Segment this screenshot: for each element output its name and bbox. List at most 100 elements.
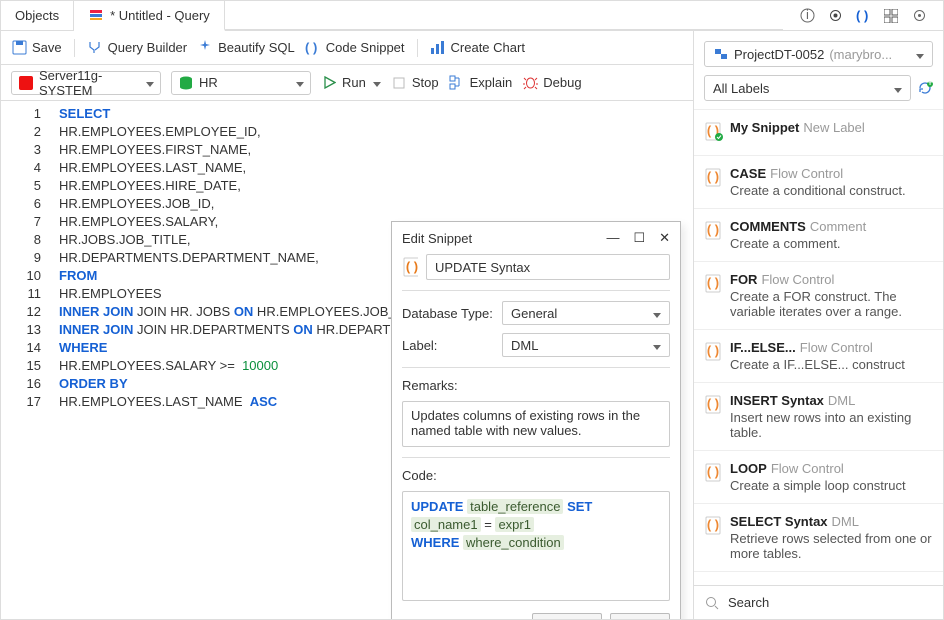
- edit-snippet-dialog: Edit Snippet — ☐ ✕ ( ): [391, 221, 681, 619]
- code-line[interactable]: HR.EMPLOYEES.LAST_NAME,: [59, 159, 683, 177]
- querybuilder-icon: [87, 40, 103, 56]
- chart-icon: [430, 40, 446, 56]
- oracle-icon: [18, 75, 34, 91]
- line-number: 8: [1, 231, 41, 249]
- close-icon[interactable]: ✕: [659, 230, 670, 246]
- query-builder-button[interactable]: Query Builder: [87, 40, 187, 56]
- snippet-item[interactable]: ( )COMMENTSCommentCreate a comment.: [694, 209, 943, 262]
- remove-placeholder-icon[interactable]: [426, 617, 442, 620]
- minimize-icon[interactable]: —: [606, 230, 619, 246]
- svg-text:i: i: [806, 8, 809, 22]
- gear-icon[interactable]: [911, 8, 927, 24]
- line-number: 5: [1, 177, 41, 195]
- code-line[interactable]: SELECT: [59, 105, 683, 123]
- snippet-item[interactable]: ( )FORFlow ControlCreate a FOR construct…: [694, 262, 943, 330]
- dbtype-label: Database Type:: [402, 306, 494, 321]
- tab-label: * Untitled - Query: [110, 8, 210, 23]
- run-button[interactable]: Run: [321, 75, 381, 91]
- svg-text:( ): ( ): [707, 396, 719, 411]
- svg-text:( ): ( ): [856, 8, 868, 23]
- code-line[interactable]: HR.EMPLOYEES.HIRE_DATE,: [59, 177, 683, 195]
- svg-text:( ): ( ): [707, 464, 719, 479]
- snippet-panel: ProjectDT-0052 (marybro... All Labels + …: [693, 31, 943, 619]
- snippet-item[interactable]: ( )SELECT SyntaxDMLRetrieve rows selecte…: [694, 504, 943, 572]
- svg-text:+: +: [411, 617, 418, 620]
- line-number: 9: [1, 249, 41, 267]
- line-number: 16: [1, 375, 41, 393]
- db-icon: [178, 75, 194, 91]
- database-combo[interactable]: HR: [171, 71, 311, 95]
- line-number: 11: [1, 285, 41, 303]
- explain-button[interactable]: Explain: [449, 75, 513, 91]
- labels-combo[interactable]: All Labels: [704, 75, 911, 101]
- search-icon: [704, 595, 720, 611]
- code-snippet-button[interactable]: ( ) Code Snippet: [305, 40, 405, 56]
- dialog-title: Edit Snippet: [402, 231, 472, 246]
- project-combo[interactable]: ProjectDT-0052 (marybro...: [704, 41, 933, 67]
- sql-editor[interactable]: 1234567891011121314151617 SELECTHR.EMPLO…: [1, 101, 693, 619]
- bug-icon: [522, 75, 538, 91]
- dbtype-select[interactable]: General: [502, 301, 670, 325]
- code-textarea[interactable]: UPDATE table_reference SET col_name1 = e…: [402, 491, 670, 601]
- svg-text:( ): ( ): [305, 40, 317, 55]
- toolbar: Save Query Builder Beautify SQL ( ) Code…: [1, 31, 693, 65]
- snippet-name-input[interactable]: [426, 254, 670, 280]
- snippet-icon: ( ): [402, 259, 418, 275]
- project-icon: [713, 46, 729, 62]
- svg-text:( ): ( ): [707, 222, 719, 237]
- line-number: 12: [1, 303, 41, 321]
- line-number: 1: [1, 105, 41, 123]
- connection-bar: Server11g-SYSTEM HR Run Stop: [1, 65, 693, 101]
- play-icon: [321, 75, 337, 91]
- grid-icon[interactable]: [883, 8, 899, 24]
- tab-query[interactable]: * Untitled - Query: [74, 1, 225, 31]
- snippet-panel-icon[interactable]: ( ): [855, 8, 871, 24]
- cancel-button[interactable]: Cancel: [532, 613, 602, 619]
- server-combo[interactable]: Server11g-SYSTEM: [11, 71, 161, 95]
- debug-button[interactable]: Debug: [522, 75, 581, 91]
- line-number: 2: [1, 123, 41, 141]
- beautify-button[interactable]: Beautify SQL: [197, 40, 295, 56]
- snippet-item[interactable]: ( )My SnippetNew Label: [694, 110, 943, 156]
- svg-text:( ): ( ): [707, 275, 719, 290]
- svg-text:+: +: [926, 80, 933, 89]
- code-line[interactable]: HR.EMPLOYEES.JOB_ID,: [59, 195, 683, 213]
- svg-text:( ): ( ): [707, 343, 719, 358]
- snippet-item[interactable]: ( )CASEFlow ControlCreate a conditional …: [694, 156, 943, 209]
- line-number: 13: [1, 321, 41, 339]
- line-number: 17: [1, 393, 41, 411]
- svg-text:( ): ( ): [707, 517, 719, 532]
- line-number: 14: [1, 339, 41, 357]
- stop-button[interactable]: Stop: [391, 75, 439, 91]
- sparkle-icon: [197, 40, 213, 56]
- maximize-icon[interactable]: ☐: [633, 230, 645, 246]
- explain-icon: [449, 75, 465, 91]
- svg-text:( ): ( ): [406, 259, 418, 274]
- snippet-item[interactable]: ( )IF...ELSE...Flow ControlCreate a IF..…: [694, 330, 943, 383]
- snippet-item[interactable]: ( )INSERT SyntaxDMLInsert new rows into …: [694, 383, 943, 451]
- save-button[interactable]: Save: [11, 40, 62, 56]
- code-line[interactable]: HR.EMPLOYEES.EMPLOYEE_ID,: [59, 123, 683, 141]
- tab-objects[interactable]: Objects: [1, 1, 74, 30]
- line-number: 7: [1, 213, 41, 231]
- search-input[interactable]: Search: [694, 585, 943, 619]
- eye-icon[interactable]: [827, 8, 843, 24]
- label-select[interactable]: DML: [502, 333, 670, 357]
- line-number: 3: [1, 141, 41, 159]
- snippet-item[interactable]: ( )LOOPFlow ControlCreate a simple loop …: [694, 451, 943, 504]
- add-placeholder-icon[interactable]: +: [402, 617, 418, 620]
- refresh-icon[interactable]: +: [917, 80, 933, 96]
- svg-text:( ): ( ): [707, 169, 719, 184]
- tab-label: Objects: [15, 8, 59, 23]
- snippet-icon: ( ): [305, 40, 321, 56]
- remarks-label: Remarks:: [402, 378, 670, 393]
- line-number: 6: [1, 195, 41, 213]
- remarks-textarea[interactable]: Updates columns of existing rows in the …: [402, 401, 670, 447]
- create-chart-button[interactable]: Create Chart: [430, 40, 525, 56]
- save-button[interactable]: Save: [610, 613, 670, 619]
- info-icon[interactable]: i: [799, 8, 815, 24]
- query-icon: [88, 7, 104, 23]
- stop-icon: [391, 75, 407, 91]
- code-line[interactable]: HR.EMPLOYEES.FIRST_NAME,: [59, 141, 683, 159]
- label-label: Label:: [402, 338, 494, 353]
